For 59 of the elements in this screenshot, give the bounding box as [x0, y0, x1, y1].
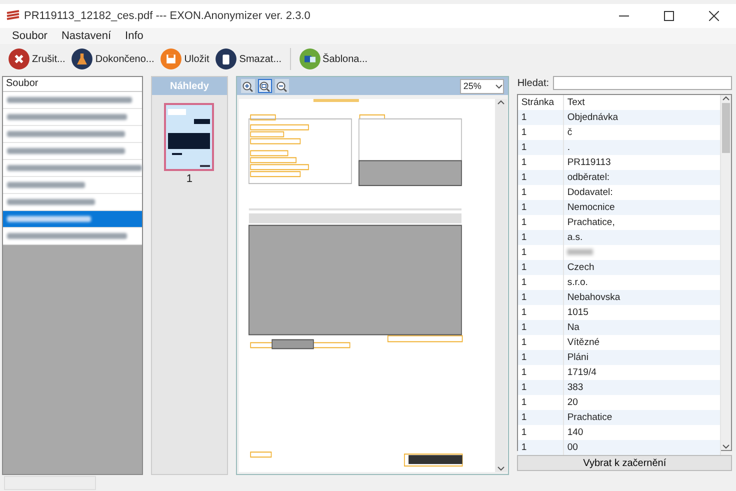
table-cell: Prachatice [564, 410, 720, 425]
panel-header: Náhledy [152, 77, 227, 95]
toolbar-button[interactable]: Uložit [158, 47, 212, 71]
search-field[interactable] [553, 76, 732, 90]
flask-icon [71, 48, 94, 70]
menu-item[interactable]: Info [125, 30, 144, 42]
scroll-down-icon[interactable] [497, 466, 506, 472]
column-header: Soubor [3, 77, 142, 92]
table-cell: 1 [518, 230, 564, 245]
app-logo-icon [6, 10, 20, 22]
table-cell: Objednávka [564, 110, 720, 125]
menu-item[interactable]: Nastavení [61, 30, 112, 42]
table-cell: 00 [564, 440, 720, 455]
toolbar-button[interactable]: Šablona... [296, 47, 370, 71]
zoom-dropdown[interactable]: 25% [460, 78, 504, 94]
maximize-icon[interactable] [664, 11, 674, 21]
trash-icon [215, 48, 238, 70]
save-icon [160, 48, 182, 70]
table-cell: a.s. [564, 230, 720, 245]
table-cell: 1 [518, 290, 564, 305]
table-cell: Nebahovska [564, 290, 720, 305]
scroll-up-icon[interactable] [497, 99, 506, 105]
zoom-button[interactable] [274, 79, 289, 93]
zoom-button[interactable] [258, 79, 272, 93]
scroll-up-icon[interactable] [722, 95, 730, 101]
window-title: PR119113_12182_ces.pdf --- EXON.Anonymizer ver. 2.3.0 [24, 10, 310, 22]
table-cell: 1 [518, 320, 564, 335]
table-cell: 1 [518, 350, 564, 365]
table-cell: 1 [518, 140, 564, 155]
table-cell: 1 [518, 170, 564, 185]
table-cell: 1 [518, 200, 564, 215]
tag-icon [298, 48, 321, 70]
table-cell: Czech [564, 260, 720, 275]
table-cell: 1 [518, 410, 564, 425]
table-cell: 1 [518, 440, 564, 455]
chevron-down-icon [495, 84, 504, 88]
menu-item[interactable]: Soubor [12, 30, 48, 42]
toolbar-button[interactable]: Dokončeno... [69, 47, 156, 71]
toolbar-button[interactable]: Smazat... [213, 47, 284, 71]
table-cell: Nemocnice [564, 200, 720, 215]
search-label: Hledat: [517, 78, 549, 88]
table-cell: 1 [518, 260, 564, 275]
cancel-icon [8, 48, 30, 70]
table-cell: Pláni [564, 350, 720, 365]
table-cell: 1 [518, 110, 564, 125]
page-thumbnail[interactable] [164, 103, 214, 171]
table-cell: 383 [564, 380, 720, 395]
zoom-button[interactable] [240, 79, 255, 93]
scrollbar-thumb[interactable] [722, 103, 730, 153]
table-cell: odběratel: [564, 170, 720, 185]
toolbar-button[interactable]: Zrušit... [6, 47, 68, 71]
table-cell: 1 [518, 380, 564, 395]
table-cell: . [564, 140, 720, 155]
select-button[interactable]: Vybrat k začernění [517, 455, 732, 471]
file-list-item[interactable] [3, 211, 142, 228]
close-icon[interactable] [708, 11, 718, 21]
scroll-down-icon[interactable] [722, 444, 730, 450]
page-number: 1 [186, 173, 193, 185]
table-cell: Na [564, 320, 720, 335]
